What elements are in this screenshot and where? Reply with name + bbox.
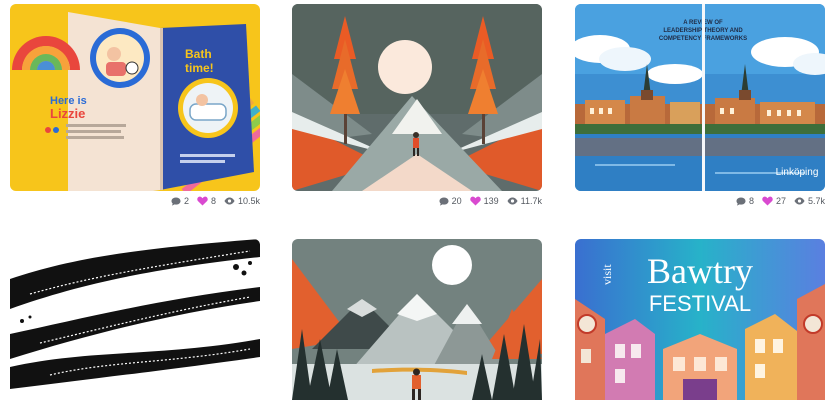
gallery-card-text-ribbons[interactable] xyxy=(10,239,260,400)
book-left-name: Lizzie xyxy=(50,106,85,121)
text-ribbons-image xyxy=(10,239,260,400)
heart-icon xyxy=(197,196,208,206)
gallery-card-mountains[interactable] xyxy=(292,239,542,400)
likes-count: 8 xyxy=(210,196,216,206)
heart-icon xyxy=(469,196,481,206)
book-right-title-2: time! xyxy=(185,61,214,75)
eye-icon xyxy=(224,197,235,205)
eye-icon xyxy=(507,197,518,205)
likes-count: 27 xyxy=(775,196,786,206)
bawtry-festival-image: visit Bawtry FESTIVAL xyxy=(575,239,825,400)
landscape-sun-image xyxy=(292,4,542,191)
views-stat: 11.7k xyxy=(507,196,542,206)
gallery-card-linkoping-cover[interactable]: A REVIEW OF LEADERSHIP THEORY AND COMPET… xyxy=(575,4,825,191)
views-count: 11.7k xyxy=(520,196,542,206)
card-stats: 8 27 5.7k xyxy=(575,194,825,208)
comment-icon xyxy=(439,197,449,206)
comments-stat[interactable]: 2 xyxy=(171,196,189,206)
comments-count: 20 xyxy=(451,196,462,206)
gallery-card-landscape-sun[interactable] xyxy=(292,4,542,191)
likes-stat[interactable]: 139 xyxy=(469,196,499,206)
gallery-card-childrens-book[interactable]: Here is Lizzie Bath time! xyxy=(10,4,260,191)
views-count: 5.7k xyxy=(807,196,825,206)
comments-count: 8 xyxy=(748,196,754,206)
cover-city: Linköping xyxy=(776,167,819,178)
views-count: 10.5k xyxy=(237,196,260,206)
comment-icon xyxy=(736,197,746,206)
likes-stat[interactable]: 8 xyxy=(197,196,216,206)
heart-icon xyxy=(762,196,773,206)
festival-name: Bawtry xyxy=(647,251,753,291)
gallery-card-bawtry-festival[interactable]: visit Bawtry FESTIVAL xyxy=(575,239,825,400)
book-right-title: Bath xyxy=(185,47,212,61)
views-stat: 5.7k xyxy=(794,196,825,206)
views-stat: 10.5k xyxy=(224,196,260,206)
comments-count: 2 xyxy=(183,196,189,206)
mountains-image xyxy=(292,239,542,400)
card-stats: 20 139 11.7k xyxy=(292,194,542,208)
childrens-book-image: Here is Lizzie Bath time! xyxy=(10,4,260,191)
likes-stat[interactable]: 27 xyxy=(762,196,786,206)
linkoping-cover-image: A REVIEW OF LEADERSHIP THEORY AND COMPET… xyxy=(575,4,825,191)
festival-subtitle: FESTIVAL xyxy=(649,291,751,316)
festival-visit: visit xyxy=(600,264,614,285)
likes-count: 139 xyxy=(483,196,499,206)
comment-icon xyxy=(171,197,181,206)
card-stats: 2 8 10.5k xyxy=(10,194,260,208)
eye-icon xyxy=(794,197,805,205)
comments-stat[interactable]: 20 xyxy=(439,196,462,206)
comments-stat[interactable]: 8 xyxy=(736,196,754,206)
